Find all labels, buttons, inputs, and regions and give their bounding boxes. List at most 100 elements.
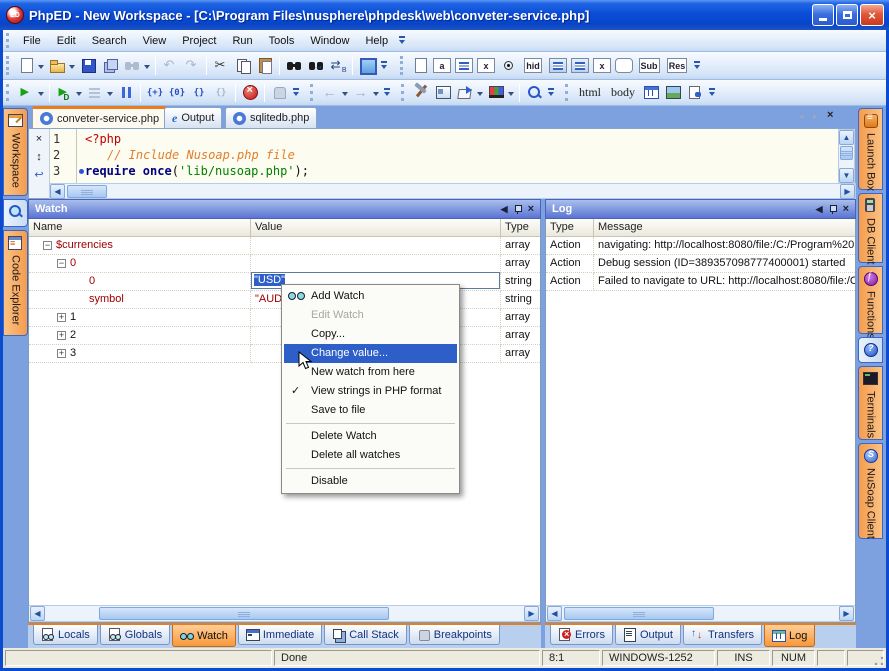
navigate-back-dropdown-icon[interactable] bbox=[341, 82, 350, 104]
body-tag-button[interactable]: body bbox=[606, 82, 640, 104]
colors-dropdown-icon[interactable] bbox=[507, 82, 516, 104]
panel-close-icon[interactable]: × bbox=[528, 203, 534, 215]
sidebar-tab-launch-box[interactable]: Launch Box bbox=[858, 108, 883, 190]
editor-split-icon[interactable]: ↕ bbox=[32, 150, 47, 165]
run-dropdown-icon[interactable] bbox=[37, 82, 46, 104]
find-next-icon[interactable] bbox=[305, 55, 327, 77]
tools-toolbar-overflow-chevron[interactable] bbox=[545, 82, 557, 104]
paste-icon[interactable] bbox=[254, 55, 276, 77]
editor-vscroll-thumb[interactable] bbox=[840, 146, 853, 160]
new-file-icon[interactable] bbox=[15, 55, 37, 77]
navigate-forward-dropdown-icon[interactable] bbox=[372, 82, 381, 104]
nav-toolbar-overflow-chevron[interactable] bbox=[381, 82, 393, 104]
tab-conveter-service[interactable]: conveter-service.php bbox=[32, 106, 167, 128]
tab-close-icon[interactable]: × bbox=[827, 109, 833, 121]
watch-hscroll-thumb[interactable] bbox=[99, 607, 389, 620]
menu-overflow-chevron[interactable] bbox=[396, 30, 408, 52]
panel-pin-icon[interactable] bbox=[514, 205, 522, 214]
scroll-down-icon[interactable]: ▼ bbox=[839, 168, 854, 183]
insert-image-icon[interactable] bbox=[662, 82, 684, 104]
insert-table-icon[interactable] bbox=[640, 82, 662, 104]
sidebar-tab-workspace[interactable]: Workspace bbox=[3, 108, 28, 196]
expander-plus-icon[interactable]: + bbox=[57, 331, 66, 340]
form-checkbox-icon[interactable]: x bbox=[475, 55, 497, 77]
profile-dropdown-icon[interactable] bbox=[106, 82, 115, 104]
tab-immediate[interactable]: Immediate bbox=[238, 625, 322, 645]
menu-item-view-strings-php[interactable]: ✓View strings in PHP format bbox=[284, 382, 457, 401]
tab-scroll-left-icon[interactable]: ◂ bbox=[799, 111, 804, 122]
scroll-left-icon[interactable]: ◀ bbox=[547, 606, 562, 621]
sidebar-tab-nusoap-client[interactable]: NuSoap Client bbox=[858, 443, 883, 539]
log-row[interactable]: Action Debug session (ID=389357098777400… bbox=[546, 255, 855, 273]
editor-hscroll-thumb[interactable] bbox=[67, 185, 107, 198]
find-in-files-icon[interactable] bbox=[121, 55, 143, 77]
column-header-value[interactable]: Value bbox=[251, 219, 501, 236]
panel-pin-icon[interactable] bbox=[829, 205, 837, 214]
debug-toolbar-grip[interactable] bbox=[6, 84, 11, 102]
step-over-icon[interactable]: {0} bbox=[166, 82, 188, 104]
tab-output[interactable]: Output bbox=[615, 625, 681, 645]
form-reset-icon[interactable]: Res bbox=[663, 55, 691, 77]
insert-anchor-icon[interactable] bbox=[684, 82, 706, 104]
watch-row[interactable]: −$currencies array bbox=[29, 237, 540, 255]
sidebar-tab-search[interactable] bbox=[3, 199, 28, 227]
find-icon[interactable] bbox=[283, 55, 305, 77]
watch-panel-titlebar[interactable]: Watch ◀ × bbox=[28, 199, 541, 219]
menu-view[interactable]: View bbox=[135, 32, 175, 50]
run-to-cursor-icon[interactable]: {} bbox=[210, 82, 232, 104]
open-file-dropdown-icon[interactable] bbox=[68, 55, 77, 77]
form-select-icon[interactable] bbox=[547, 55, 569, 77]
expander-minus-icon[interactable]: − bbox=[43, 241, 52, 250]
run-in-debugger-dropdown-icon[interactable] bbox=[75, 82, 84, 104]
break-icon[interactable] bbox=[268, 82, 290, 104]
scroll-left-icon[interactable]: ◀ bbox=[50, 184, 65, 199]
expander-plus-icon[interactable]: + bbox=[57, 313, 66, 322]
editor-close-icon[interactable]: × bbox=[32, 132, 47, 147]
codepage-icon[interactable] bbox=[356, 55, 378, 77]
form-button-icon[interactable] bbox=[613, 55, 635, 77]
menu-item-change-value[interactable]: Change value... bbox=[284, 344, 457, 363]
log-row[interactable]: Action Failed to navigate to URL: http:/… bbox=[546, 273, 855, 291]
expander-plus-icon[interactable]: + bbox=[57, 349, 66, 358]
close-button[interactable]: × bbox=[860, 4, 884, 26]
scroll-right-icon[interactable]: ▶ bbox=[839, 606, 854, 621]
preview-icon[interactable] bbox=[432, 82, 454, 104]
html-toolbar-overflow-chevron[interactable] bbox=[706, 82, 718, 104]
tab-log[interactable]: Log bbox=[764, 625, 815, 647]
profile-icon[interactable] bbox=[84, 82, 106, 104]
form-radio-icon[interactable] bbox=[497, 55, 519, 77]
tab-locals[interactable]: Locals bbox=[33, 625, 98, 645]
log-hscroll-thumb[interactable] bbox=[564, 607, 714, 620]
form-submit-icon[interactable]: Sub bbox=[635, 55, 663, 77]
menu-project[interactable]: Project bbox=[174, 32, 224, 50]
debug-toolbar-overflow-chevron[interactable] bbox=[290, 82, 302, 104]
navigate-forward-icon[interactable] bbox=[350, 82, 372, 104]
watch-row[interactable]: −0 array bbox=[29, 255, 540, 273]
toolbar-overflow-chevron[interactable] bbox=[378, 55, 390, 77]
menu-file[interactable]: File bbox=[15, 32, 49, 50]
sidebar-tab-db-client[interactable]: DB Client bbox=[858, 193, 883, 263]
editor-wrap-icon[interactable]: ↩ bbox=[32, 168, 47, 183]
tab-call-stack[interactable]: Call Stack bbox=[324, 625, 407, 645]
column-header-name[interactable]: Name bbox=[29, 219, 251, 236]
editor-vscrollbar[interactable]: ▲ ▼ bbox=[838, 129, 855, 184]
maximize-button[interactable] bbox=[836, 4, 858, 26]
tab-breakpoints[interactable]: Breakpoints bbox=[409, 625, 500, 645]
undo-icon[interactable] bbox=[159, 55, 181, 77]
cut-icon[interactable] bbox=[210, 55, 232, 77]
tools-toolbar-grip[interactable] bbox=[401, 84, 406, 102]
log-hscrollbar[interactable]: ◀ ▶ bbox=[546, 605, 855, 622]
tab-watch[interactable]: Watch bbox=[172, 625, 236, 647]
menu-window[interactable]: Window bbox=[302, 32, 357, 50]
sidebar-tab-terminals[interactable]: Terminals bbox=[858, 366, 883, 440]
menu-grip[interactable] bbox=[6, 33, 11, 48]
new-file-dropdown-icon[interactable] bbox=[37, 55, 46, 77]
panel-collapse-icon[interactable]: ◀ bbox=[816, 204, 823, 215]
tab-scroll-right-icon[interactable]: ▸ bbox=[813, 111, 818, 122]
menu-edit[interactable]: Edit bbox=[49, 32, 84, 50]
menu-item-disable[interactable]: Disable bbox=[284, 472, 457, 491]
sidebar-tab-functions[interactable]: Functions bbox=[858, 266, 883, 334]
run-in-debugger-icon[interactable] bbox=[53, 82, 75, 104]
tab-transfers[interactable]: Transfers bbox=[683, 625, 762, 645]
form-hidden-icon[interactable]: hid bbox=[519, 55, 547, 77]
